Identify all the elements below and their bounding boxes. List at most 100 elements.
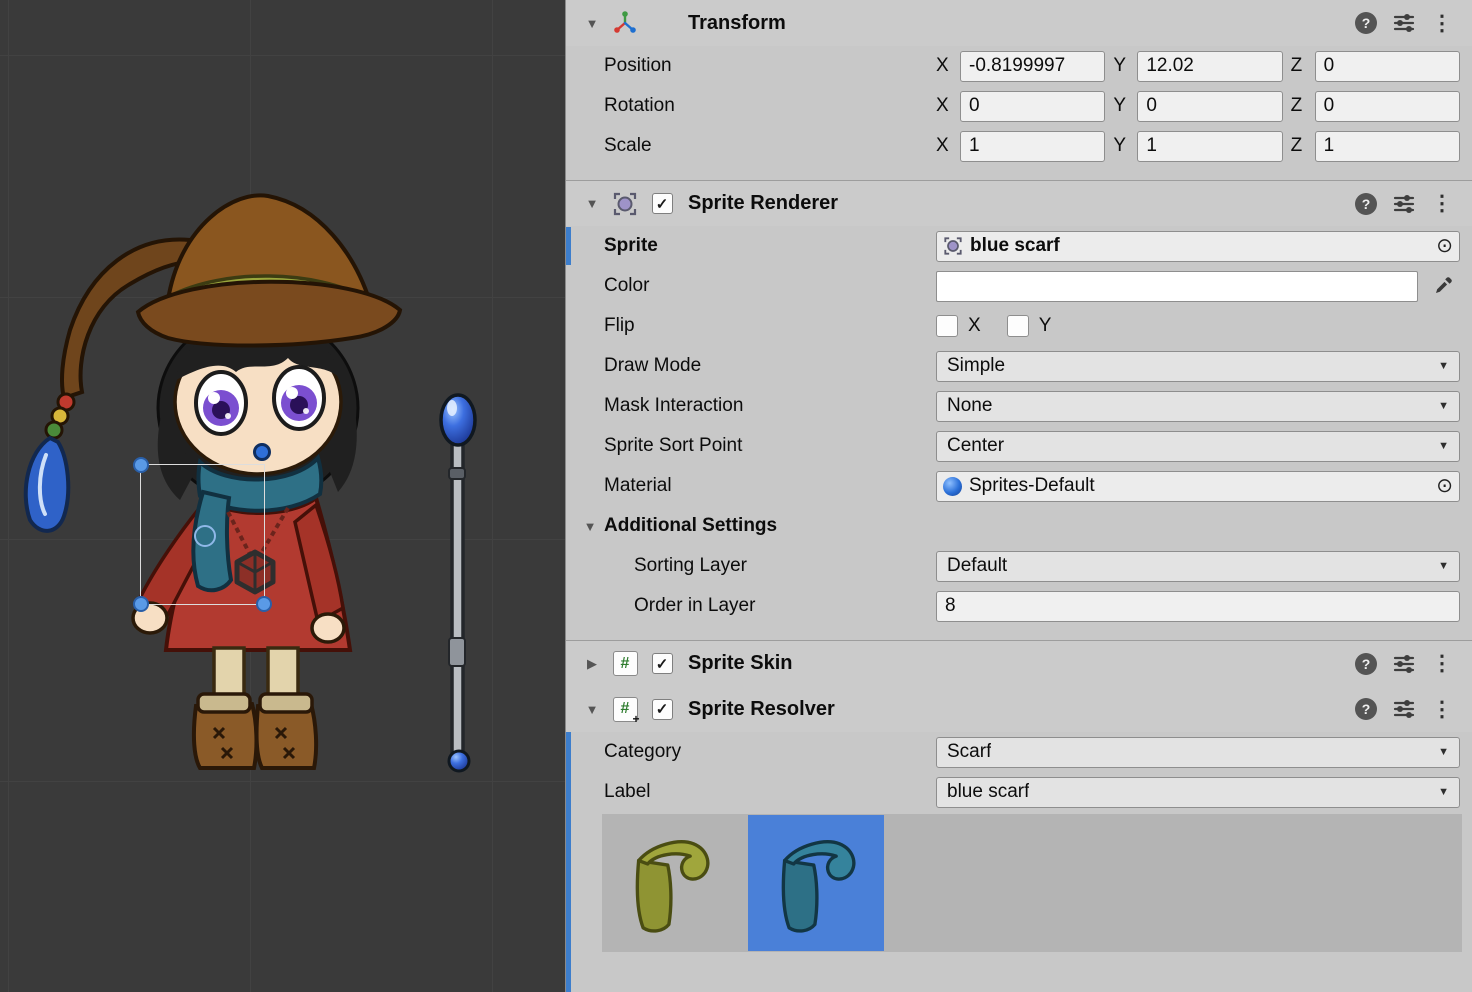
material-value: Sprites-Default (969, 475, 1095, 497)
rotation-z-input[interactable] (1315, 91, 1460, 122)
sprite-resolver-body: Category Scarf ▼ Label blue scarf ▼ (566, 732, 1472, 992)
sprite-skin-script-icon: # (610, 650, 640, 678)
sprite-sort-point-label: Sprite Sort Point (604, 435, 936, 457)
foldout-open-icon[interactable]: ▼ (582, 519, 598, 534)
category-dropdown[interactable]: Scarf ▼ (936, 737, 1460, 768)
more-menu-icon[interactable]: ⋮ (1428, 653, 1456, 674)
label-dropdown[interactable]: blue scarf ▼ (936, 777, 1460, 808)
sprite-renderer-header[interactable]: ▼ ✓ Sprite Renderer ? ⋮ (566, 180, 1472, 226)
selection-handle (134, 597, 148, 611)
object-picker-icon[interactable]: ⊙ (1436, 476, 1453, 496)
label-row: Label blue scarf ▼ (566, 772, 1472, 812)
transform-icon (610, 9, 640, 37)
chevron-down-icon: ▼ (1430, 440, 1449, 452)
chevron-down-icon: ▼ (1430, 746, 1449, 758)
sorting-layer-value: Default (947, 555, 1007, 577)
flip-label: Flip (604, 315, 936, 337)
scene-view[interactable] (0, 0, 565, 992)
additional-settings-row[interactable]: ▼ Additional Settings (566, 506, 1472, 546)
staff-sprite[interactable] (441, 395, 475, 771)
sprite-renderer-title: Sprite Renderer (688, 192, 838, 215)
axis-z-label: Z (1291, 95, 1307, 117)
sprite-label: Sprite (604, 235, 936, 257)
position-y-input[interactable] (1137, 51, 1282, 82)
foldout-open-icon[interactable]: ▼ (584, 196, 600, 211)
sprite-resolver-script-icon: #+ (610, 695, 640, 723)
chevron-down-icon: ▼ (1430, 400, 1449, 412)
scale-z-input[interactable] (1315, 131, 1460, 162)
transform-header[interactable]: ▼ Transform ? (566, 0, 1472, 46)
presets-icon[interactable] (1390, 699, 1418, 719)
transform-body: Position X Y Z Rotation X Y Z Scale (566, 46, 1472, 180)
foldout-open-icon[interactable]: ▼ (584, 16, 600, 31)
more-menu-icon[interactable]: ⋮ (1428, 13, 1456, 34)
sprite-variant-strip (602, 814, 1462, 952)
component-enabled-checkbox[interactable]: ✓ (652, 193, 673, 214)
sprite-skin-header[interactable]: ▶ # ✓ Sprite Skin ? ⋮ (566, 640, 1472, 686)
help-icon[interactable]: ? (1352, 12, 1380, 34)
sprite-skin-title: Sprite Skin (688, 652, 792, 675)
category-label: Category (604, 741, 936, 763)
presets-icon[interactable] (1390, 13, 1418, 33)
more-menu-icon[interactable]: ⋮ (1428, 699, 1456, 720)
sprite-resolver-component: ▼ #+ ✓ Sprite Resolver ? ⋮ Category (566, 686, 1472, 992)
sprite-object-field[interactable]: blue scarf ⊙ (936, 231, 1460, 262)
flip-y-label: Y (1039, 315, 1052, 337)
sprite-sort-point-row: Sprite Sort Point Center ▼ (566, 426, 1472, 466)
chevron-down-icon: ▼ (1430, 560, 1449, 572)
rotation-y-input[interactable] (1137, 91, 1282, 122)
label-label: Label (604, 781, 936, 803)
character-sprite[interactable] (26, 195, 400, 768)
axis-x-label: X (936, 95, 952, 117)
more-menu-icon[interactable]: ⋮ (1428, 193, 1456, 214)
flip-y-checkbox[interactable] (1007, 315, 1029, 337)
sprite-resolver-title: Sprite Resolver (688, 698, 835, 721)
flip-x-checkbox[interactable] (936, 315, 958, 337)
object-picker-icon[interactable]: ⊙ (1436, 236, 1453, 256)
eyedropper-icon[interactable] (1426, 276, 1460, 296)
selection-handle (257, 597, 271, 611)
sprite-resolver-header[interactable]: ▼ #+ ✓ Sprite Resolver ? ⋮ (566, 686, 1472, 732)
help-icon[interactable]: ? (1352, 193, 1380, 215)
material-object-field[interactable]: Sprites-Default ⊙ (936, 471, 1460, 502)
scale-label: Scale (604, 135, 936, 157)
sprite-row: Sprite blue scarf ⊙ (566, 226, 1472, 266)
sorting-layer-dropdown[interactable]: Default ▼ (936, 551, 1460, 582)
category-value: Scarf (947, 741, 991, 763)
order-in-layer-input[interactable] (936, 591, 1460, 622)
scale-row: Scale X Y Z (566, 126, 1472, 166)
position-x-input[interactable] (960, 51, 1105, 82)
sprite-variant-green-scarf[interactable] (602, 815, 738, 951)
color-swatch[interactable] (936, 271, 1418, 302)
order-in-layer-label: Order in Layer (634, 595, 936, 617)
presets-icon[interactable] (1390, 194, 1418, 214)
presets-icon[interactable] (1390, 654, 1418, 674)
component-enabled-checkbox[interactable]: ✓ (652, 699, 673, 720)
category-row: Category Scarf ▼ (566, 732, 1472, 772)
position-row: Position X Y Z (566, 46, 1472, 86)
mask-interaction-value: None (947, 395, 992, 417)
label-value: blue scarf (947, 781, 1029, 803)
draw-mode-label: Draw Mode (604, 355, 936, 377)
sprite-renderer-icon (610, 190, 640, 218)
position-z-input[interactable] (1315, 51, 1460, 82)
axis-y-label: Y (1113, 135, 1129, 157)
sprite-sort-point-dropdown[interactable]: Center ▼ (936, 431, 1460, 462)
foldout-closed-icon[interactable]: ▶ (584, 656, 600, 672)
position-label: Position (604, 55, 936, 77)
mask-interaction-row: Mask Interaction None ▼ (566, 386, 1472, 426)
scale-x-input[interactable] (960, 131, 1105, 162)
draw-mode-dropdown[interactable]: Simple ▼ (936, 351, 1460, 382)
sorting-layer-label: Sorting Layer (634, 555, 936, 577)
axis-y-label: Y (1113, 95, 1129, 117)
foldout-open-icon[interactable]: ▼ (584, 702, 600, 717)
help-icon[interactable]: ? (1352, 653, 1380, 675)
rotation-label: Rotation (604, 95, 936, 117)
sprite-variant-blue-scarf[interactable] (748, 815, 884, 951)
mask-interaction-dropdown[interactable]: None ▼ (936, 391, 1460, 422)
inspector-panel: ▼ Transform ? (565, 0, 1472, 992)
rotation-x-input[interactable] (960, 91, 1105, 122)
scale-y-input[interactable] (1137, 131, 1282, 162)
help-icon[interactable]: ? (1352, 698, 1380, 720)
component-enabled-checkbox[interactable]: ✓ (652, 653, 673, 674)
